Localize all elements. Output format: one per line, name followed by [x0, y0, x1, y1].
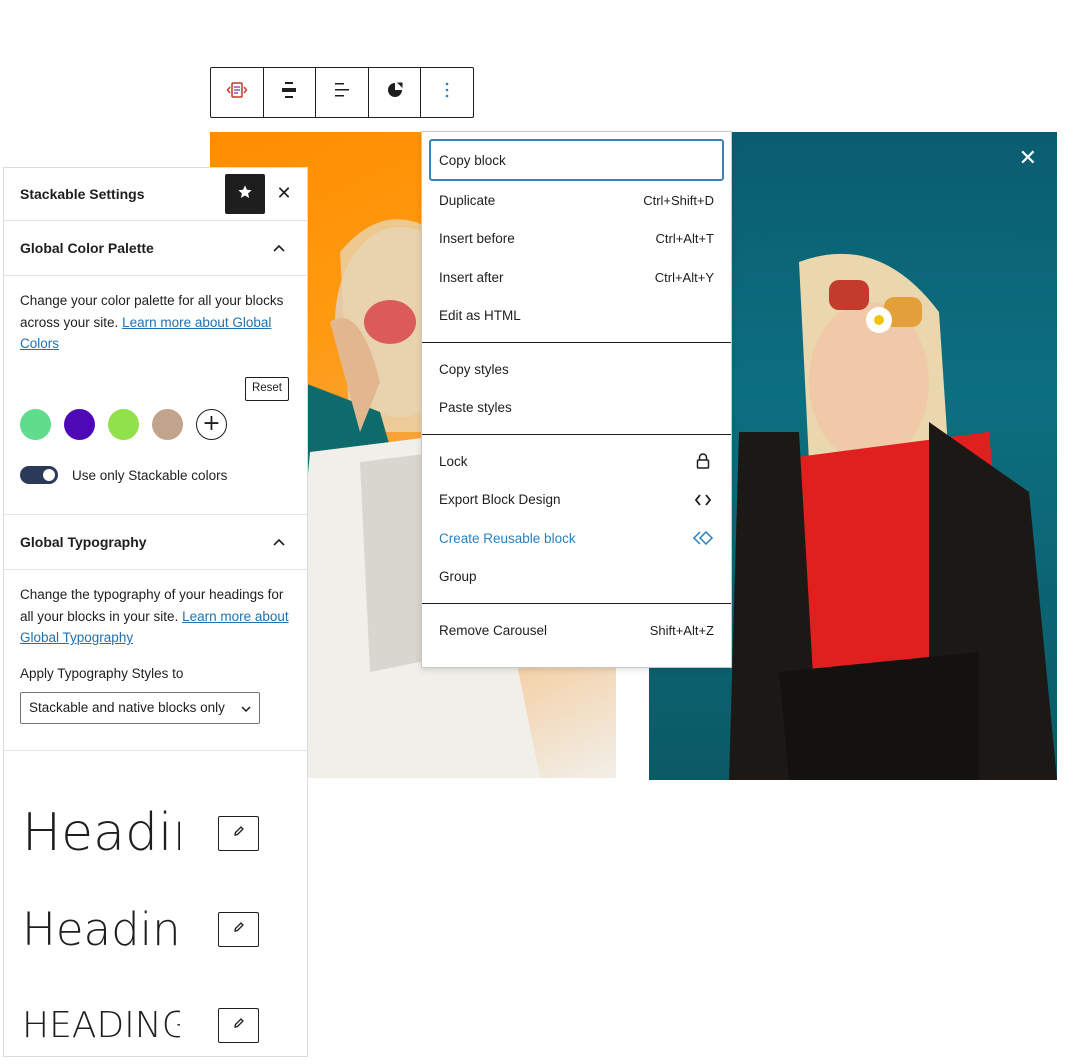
menu-group-styles: Copy styles Paste styles [422, 343, 731, 435]
block-options-menu: Copy block Duplicate Ctrl+Shift+D Insert… [421, 131, 732, 668]
menu-item-shortcut: Ctrl+Alt+Y [654, 269, 714, 285]
menu-item-insert-before[interactable]: Insert before Ctrl+Alt+T [429, 220, 724, 259]
close-icon[interactable]: ✕ [274, 183, 294, 204]
color-palette-panel: Change your color palette for all your b… [4, 276, 307, 486]
menu-item-label: Group [439, 569, 477, 585]
align-left-icon [333, 81, 351, 104]
menu-item-label: Insert after [439, 269, 504, 285]
menu-item-label: Paste styles [439, 400, 512, 416]
edit-heading-button[interactable] [218, 815, 259, 851]
apply-typography-label: Apply Typography Styles to [20, 665, 184, 681]
menu-group-block-actions: Copy block Duplicate Ctrl+Shift+D Insert… [422, 132, 731, 343]
heading-style-row: Heading 2 [4, 881, 307, 977]
stackable-settings-sidebar: Stackable Settings ✕ Global Color Palett… [3, 167, 308, 1057]
color-palette-description: Change your color palette for all your b… [20, 293, 284, 351]
chevron-down-icon [241, 697, 251, 719]
panel-toggle-typography[interactable]: Global Typography [4, 515, 307, 570]
sidebar-header: Stackable Settings ✕ [4, 168, 307, 221]
stackable-colors-toggle-row: Use only Stackable colors [20, 465, 291, 487]
typography-description: Change the typography of your headings f… [20, 587, 289, 645]
edit-heading-button[interactable] [218, 1007, 259, 1043]
block-toolbar [210, 67, 474, 118]
stackable-button[interactable] [369, 68, 422, 117]
panel-title: Global Color Palette [20, 240, 154, 256]
text-align-button[interactable] [316, 68, 369, 117]
menu-item-edit-as-html[interactable]: Edit as HTML [429, 297, 724, 336]
heading-2-preview: Heading 2 [22, 902, 180, 956]
menu-item-lock[interactable]: Lock [429, 442, 724, 481]
more-options-icon [444, 81, 450, 104]
menu-item-export-block-design[interactable]: Export Block Design [429, 481, 724, 520]
color-swatch[interactable] [64, 408, 95, 440]
heading-style-row: HEADING 3 [4, 977, 307, 1056]
menu-item-create-reusable-block[interactable]: Create Reusable block [429, 519, 724, 558]
code-icon [692, 489, 714, 511]
panel-title: Global Typography [20, 534, 147, 550]
color-swatch[interactable] [152, 408, 183, 440]
more-options-button[interactable] [421, 68, 473, 117]
typography-scope-select[interactable]: Stackable and native blocks only [20, 692, 260, 724]
heading-3-preview: HEADING 3 [22, 1004, 180, 1046]
menu-item-paste-styles[interactable]: Paste styles [429, 389, 724, 428]
menu-item-label: Lock [439, 453, 468, 469]
menu-item-copy-styles[interactable]: Copy styles [429, 350, 724, 389]
align-center-icon [280, 81, 298, 104]
menu-item-label: Copy block [439, 152, 506, 168]
menu-item-remove-carousel[interactable]: Remove Carousel Shift+Alt+Z [429, 611, 724, 650]
typography-panel: Change the typography of your headings f… [4, 570, 307, 724]
menu-group-remove: Remove Carousel Shift+Alt+Z [422, 604, 731, 657]
menu-item-label: Edit as HTML [439, 308, 521, 324]
align-button[interactable] [264, 68, 317, 117]
toggle-label: Use only Stackable colors [72, 467, 228, 483]
menu-item-duplicate[interactable]: Duplicate Ctrl+Shift+D [429, 181, 724, 220]
stackable-icon [386, 81, 404, 104]
pencil-icon [233, 920, 245, 938]
pencil-icon [233, 824, 245, 842]
favorite-button[interactable] [225, 174, 265, 214]
block-type-button[interactable] [211, 68, 264, 117]
reusable-block-icon [692, 527, 714, 549]
panel-toggle-color-palette[interactable]: Global Color Palette [4, 221, 307, 276]
color-swatch[interactable] [108, 408, 139, 440]
heading-style-row: Heading 1 [4, 785, 307, 881]
star-icon [237, 184, 253, 205]
menu-item-label: Remove Carousel [439, 622, 548, 638]
color-swatches: + [20, 408, 291, 440]
menu-item-shortcut: Ctrl+Shift+D [643, 192, 714, 208]
stackable-colors-toggle[interactable] [20, 466, 58, 485]
menu-item-label: Insert before [439, 231, 515, 247]
chevron-up-icon [273, 239, 285, 257]
block-type-icon [226, 81, 248, 104]
menu-item-shortcut: Shift+Alt+Z [649, 622, 714, 638]
menu-item-group[interactable]: Group [429, 558, 724, 597]
add-color-button[interactable]: + [196, 408, 227, 440]
menu-item-label: Create Reusable block [439, 530, 576, 546]
color-swatch[interactable] [20, 408, 51, 440]
edit-heading-button[interactable] [218, 911, 259, 947]
reset-colors-button[interactable]: Reset [244, 376, 289, 401]
menu-item-label: Copy styles [439, 361, 509, 377]
heading-1-preview: Heading 1 [22, 803, 180, 863]
menu-item-label: Export Block Design [439, 492, 561, 508]
carousel-close-icon[interactable]: ✕ [1019, 148, 1037, 170]
menu-item-copy-block[interactable]: Copy block [429, 139, 724, 181]
heading-styles-list: Heading 1 Heading 2 HEADING 3 [4, 750, 307, 1056]
menu-item-insert-after[interactable]: Insert after Ctrl+Alt+Y [429, 258, 724, 297]
menu-item-label: Duplicate [439, 192, 496, 208]
sidebar-title: Stackable Settings [20, 186, 145, 202]
lock-icon [692, 450, 714, 472]
chevron-up-icon [273, 533, 285, 551]
pencil-icon [233, 1016, 245, 1034]
menu-group-tools: Lock Export Block Design Create Reusable… [422, 435, 731, 604]
menu-item-shortcut: Ctrl+Alt+T [655, 231, 714, 247]
